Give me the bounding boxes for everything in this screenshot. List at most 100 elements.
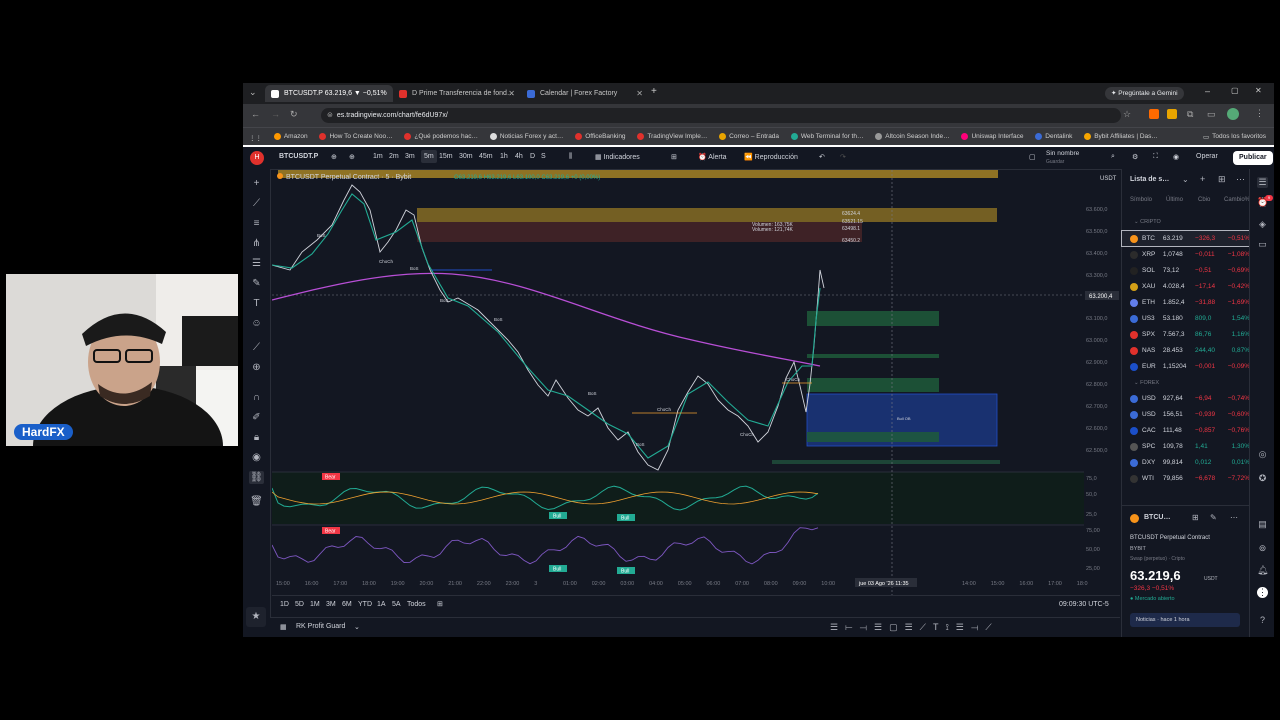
range-3m[interactable]: 3M [326,601,336,608]
range-1d[interactable]: 1D [280,601,289,608]
bookmark-item[interactable]: Correo – Entrada [719,128,779,145]
new-tab-icon[interactable]: + [651,86,657,97]
bookmark-item[interactable]: TradingView Imple… [637,128,707,145]
link-icon[interactable]: ⛓ [249,471,264,484]
compare-icon[interactable]: ⊕ [331,153,337,161]
watchlist-row-eur[interactable]: EUR 1,15204 −0,001 −0,09% [1122,359,1250,374]
drawing-shortcuts[interactable]: ☰⟝⟞☰▢☰⟋T⟟☰⟞⟋ [830,622,999,633]
watchlist-row-spc[interactable]: SPC 109,78 1,41 1,30% [1122,439,1250,454]
fib-icon[interactable]: ☰ [249,257,264,270]
bookmark-item[interactable]: ¿Qué podemos hac… [404,128,478,145]
publish-button[interactable]: Publicar [1233,151,1273,165]
close-icon[interactable]: ✕ [508,89,515,98]
url-field[interactable]: ⊜ es.tradingview.com/chart/fe6dU97x/ [321,108,1121,123]
news-button[interactable]: Noticias · hace 1 hora [1130,613,1240,627]
lock-icon[interactable]: 🔒︎ [249,431,264,444]
apps-icon[interactable]: ⋮⋮ [249,130,262,146]
search-icon[interactable]: ⌕ [1111,153,1115,161]
replay-button[interactable]: ⏪ Reproducción [744,153,798,161]
user-avatar[interactable]: H [250,151,264,165]
extension-icon[interactable] [1167,109,1177,119]
tab-tradingview[interactable]: BTCUSDT.P 63.219,6 ▼ −0,51% [265,85,393,102]
bookmark-item[interactable]: Bybit Affiliates | Das… [1084,128,1158,145]
interval-30m[interactable]: 30m [459,153,473,160]
watchlist-row-sol[interactable]: SOL 73,12 −0,51 −0,69% [1122,263,1250,278]
undo-icon[interactable]: ↶ [819,153,825,161]
settings-icon[interactable]: ⚙ [1132,153,1138,161]
gemini-button[interactable]: ✦ Pregúntale a Gemini [1105,87,1184,100]
more-icon[interactable]: ⋯ [1230,513,1238,522]
pitchfork-icon[interactable]: ⋔ [249,237,264,250]
sidepanel-icon[interactable]: ▭ [1207,109,1216,120]
panel-tab-rk-profit-guard[interactable]: RK Profit Guard [296,623,345,630]
interval-4h[interactable]: 4h [515,153,523,160]
range-6m[interactable]: 6M [342,601,352,608]
back-icon[interactable]: ← [251,109,260,119]
clock[interactable]: 09:09:30 UTC-5 [1059,601,1109,608]
watchlist-row-usd[interactable]: USD 927,64 −6,94 −0,74% [1122,391,1250,406]
watchlist-row-eth[interactable]: ETH 1.852,4 −31,88 −1,69% [1122,295,1250,310]
watchlist-row-btc[interactable]: BTC 63.219 −326,3 −0,51% [1121,230,1251,247]
bookmark-item[interactable]: OfficeBanking [575,128,626,145]
section-crypto[interactable]: ⌄ CRIPTO [1134,219,1161,225]
watchlist-row-nas[interactable]: NAS 28.453 244,40 0,87% [1122,343,1250,358]
more-icon[interactable]: ⋯ [1236,174,1245,185]
layout-square-icon[interactable]: ▢ [1029,153,1036,161]
watchlist-row-xrp[interactable]: XRP 1,0748 −0,011 −1,08% [1122,247,1250,262]
interval-2m[interactable]: 2m [389,153,399,160]
indicators-button[interactable]: ▦ Indicadores [595,153,640,161]
fullscreen-icon[interactable]: ⛶ [1153,153,1158,161]
interval-3m[interactable]: 3m [405,153,415,160]
layout-icon[interactable]: ⊞ [671,153,677,161]
trash-icon[interactable]: 🗑︎ [249,495,264,508]
horizontal-lines-icon[interactable]: ≡ [249,217,264,230]
tab-forex-factory[interactable]: Calendar | Forex Factory ✕ [521,85,649,102]
watchlist-row-dxy[interactable]: DXY 99,814 0,012 0,01% [1122,455,1250,470]
all-bookmarks[interactable]: ▭ Todos los favoritos [1203,128,1266,145]
symbol-search[interactable]: BTCUSDT.P [279,153,318,160]
eye-icon[interactable]: ◉ [249,451,264,464]
zoom-icon[interactable]: ⊕ [249,361,264,374]
emoji-icon[interactable]: ☺ [249,317,264,330]
watchlist-title[interactable]: Lista de s… [1130,176,1169,183]
bookmark-item[interactable]: Uniswap Interface [961,128,1023,145]
watchlist-icon[interactable]: ☰ [1257,177,1268,188]
tab-search-icon[interactable]: ⌄ [249,87,261,99]
camera-icon[interactable]: ◉ [1173,153,1179,161]
draw-mode-icon[interactable]: ✐ [249,411,264,424]
column-last[interactable]: Último [1166,197,1183,203]
interval-1h[interactable]: 1h [500,153,508,160]
interval-5m[interactable]: 5m [421,150,437,163]
close-icon[interactable]: ✕ [636,89,643,98]
chat-icon[interactable]: ▭ [1257,239,1268,250]
column-symbol[interactable]: Símbolo [1130,197,1152,203]
bookmark-item[interactable]: Web Terminal for th… [790,128,863,145]
bookmark-item[interactable]: How To Create Noo… [319,128,393,145]
notifications-icon[interactable]: 🔔︎ [1257,565,1268,576]
redo-icon[interactable]: ↷ [840,153,846,161]
chart-type-icon[interactable]: ⫼ [569,153,572,161]
edit-icon[interactable]: ✎ [1210,513,1217,522]
apps-grid-icon[interactable]: ⋮ [1257,587,1268,598]
column-change-percent[interactable]: Cambio% [1224,197,1250,203]
ruler-icon[interactable]: ⟋ [249,341,264,354]
watchlist-row-usd[interactable]: USD 156,51 −0,939 −0,60% [1122,407,1250,422]
reload-icon[interactable]: ↻ [290,109,298,120]
interval-d[interactable]: D [530,153,535,160]
range-all[interactable]: Todos [407,601,426,608]
brush-icon[interactable]: ✎ [249,277,264,290]
interval-s[interactable]: S [541,153,546,160]
menu-icon[interactable]: ⋮ [1255,108,1264,119]
bookmark-item[interactable]: Dentalink [1035,128,1072,145]
bookmark-amazon[interactable]: Amazon [273,128,308,145]
range-5d[interactable]: 5D [295,601,304,608]
section-forex[interactable]: ⌄ FOREX [1134,380,1159,386]
puzzle-icon[interactable]: ⧉ [1187,109,1193,120]
extension-icon[interactable] [1149,109,1159,119]
watchlist-row-wti[interactable]: WTI 79,856 −6,678 −7,72% [1122,471,1250,486]
alert-button[interactable]: ⏰ Alerta [698,153,727,161]
interval-45m[interactable]: 45m [479,153,493,160]
column-change[interactable]: Cbio [1198,197,1210,203]
text-icon[interactable]: T [249,297,264,310]
tab-dprime[interactable]: D Prime Transferencia de fond… ✕ [393,85,521,102]
